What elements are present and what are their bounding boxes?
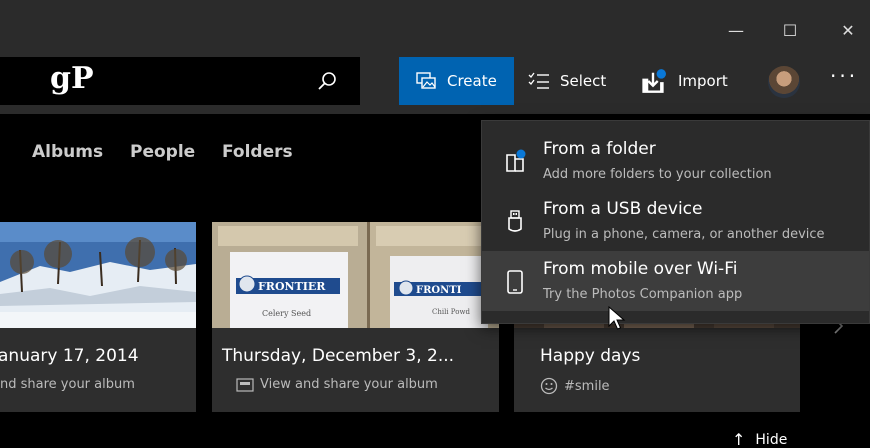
thumb-label-text: Celery Seed: [262, 309, 311, 318]
import-button[interactable]: Import: [640, 57, 750, 105]
search-icon[interactable]: [316, 70, 338, 92]
import-label: Import: [678, 72, 728, 90]
tab-folders[interactable]: Folders: [222, 142, 293, 162]
thumb-label-text: Chili Powd: [432, 308, 470, 316]
close-button[interactable]: ✕: [828, 12, 868, 48]
create-label: Create: [447, 72, 497, 90]
menu-item-label: From a USB device: [543, 199, 703, 219]
album-subtitle: #smile: [540, 377, 610, 395]
menu-item-from-usb[interactable]: From a USB device Plug in a phone, camer…: [482, 191, 869, 249]
close-icon: ✕: [841, 20, 855, 40]
menu-item-from-mobile-wifi[interactable]: From mobile over Wi-Fi Try the Photos Co…: [482, 251, 869, 311]
album-card[interactable]: anuary 17, 2014 nd share your album: [0, 222, 196, 412]
minimize-button[interactable]: —: [716, 12, 756, 48]
thumb-brand-text: FRONTI: [416, 285, 462, 296]
slideshow-icon: [236, 377, 254, 392]
more-options-button[interactable]: ···: [830, 64, 858, 88]
select-icon: [528, 72, 549, 89]
import-icon: [642, 69, 666, 93]
menu-item-description: Try the Photos Companion app: [543, 287, 743, 302]
import-menu: From a folder Add more folders to your c…: [481, 120, 870, 324]
album-subtitle: View and share your album: [236, 377, 438, 392]
album-subtitle: nd share your album: [0, 377, 135, 392]
menu-item-from-folder[interactable]: From a folder Add more folders to your c…: [482, 131, 869, 189]
maximize-button[interactable]: ☐: [770, 12, 810, 48]
hide-label: Hide: [755, 431, 788, 448]
arrow-up-icon: ↑: [732, 430, 746, 448]
minimize-icon: —: [728, 20, 744, 40]
create-icon: [416, 72, 436, 89]
menu-item-description: Plug in a phone, camera, or another devi…: [543, 227, 825, 242]
folder-icon: [506, 149, 526, 172]
album-thumbnail: FRONTIER FRONTI Celery Seed Chili Powd: [212, 222, 499, 328]
menu-item-label: From mobile over Wi-Fi: [543, 259, 738, 279]
thumb-brand-text: FRONTIER: [258, 280, 326, 293]
album-title: anuary 17, 2014: [0, 346, 139, 366]
logo: gP: [50, 61, 94, 96]
select-label: Select: [560, 72, 607, 90]
tab-people[interactable]: People: [130, 142, 195, 162]
album-title: Thursday, December 3, 2...: [222, 346, 455, 366]
album-subtitle-text: #smile: [564, 378, 610, 394]
album-title: Happy days: [540, 346, 641, 366]
smiley-icon: [540, 377, 558, 395]
select-button[interactable]: Select: [528, 57, 623, 105]
avatar[interactable]: [768, 66, 800, 98]
tab-albums[interactable]: Albums: [32, 142, 103, 162]
create-button[interactable]: Create: [399, 57, 514, 105]
album-thumbnail: [0, 222, 196, 328]
mouse-cursor-icon: [608, 306, 626, 330]
menu-item-label: From a folder: [543, 139, 656, 159]
hide-button[interactable]: ↑ Hide: [732, 430, 787, 448]
phone-icon: [507, 270, 523, 294]
usb-icon: [508, 210, 522, 232]
search-bar[interactable]: gP: [0, 57, 360, 105]
album-subtitle-text: View and share your album: [260, 377, 438, 392]
album-subtitle-text: nd share your album: [0, 377, 135, 392]
menu-item-description: Add more folders to your collection: [543, 167, 772, 182]
album-card[interactable]: FRONTIER FRONTI Celery Seed Chili Powd T…: [212, 222, 499, 412]
maximize-icon: ☐: [782, 20, 798, 40]
